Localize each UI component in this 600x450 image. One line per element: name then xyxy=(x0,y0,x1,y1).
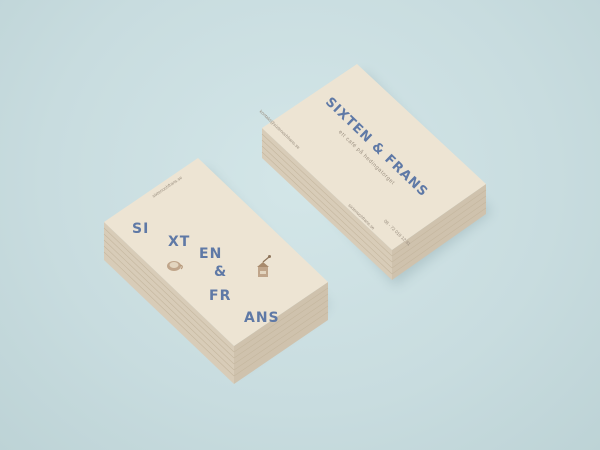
letters-xt: XT xyxy=(168,234,190,250)
mockup-scene: SIXTEN & FRANS ett café på hedingatorget… xyxy=(0,0,600,450)
letters-si: SI xyxy=(132,221,149,237)
letters-ampersand: & xyxy=(214,264,226,280)
letters-en: EN xyxy=(199,246,222,262)
business-cards-illustration: SIXTEN & FRANS ett café på hedingatorget… xyxy=(103,64,492,384)
letters-fr: FR xyxy=(209,288,231,304)
card-stack-front: sixtenochfrans.se SI XT EN & FR ANS xyxy=(103,158,330,384)
letters-ans: ANS xyxy=(244,310,280,326)
